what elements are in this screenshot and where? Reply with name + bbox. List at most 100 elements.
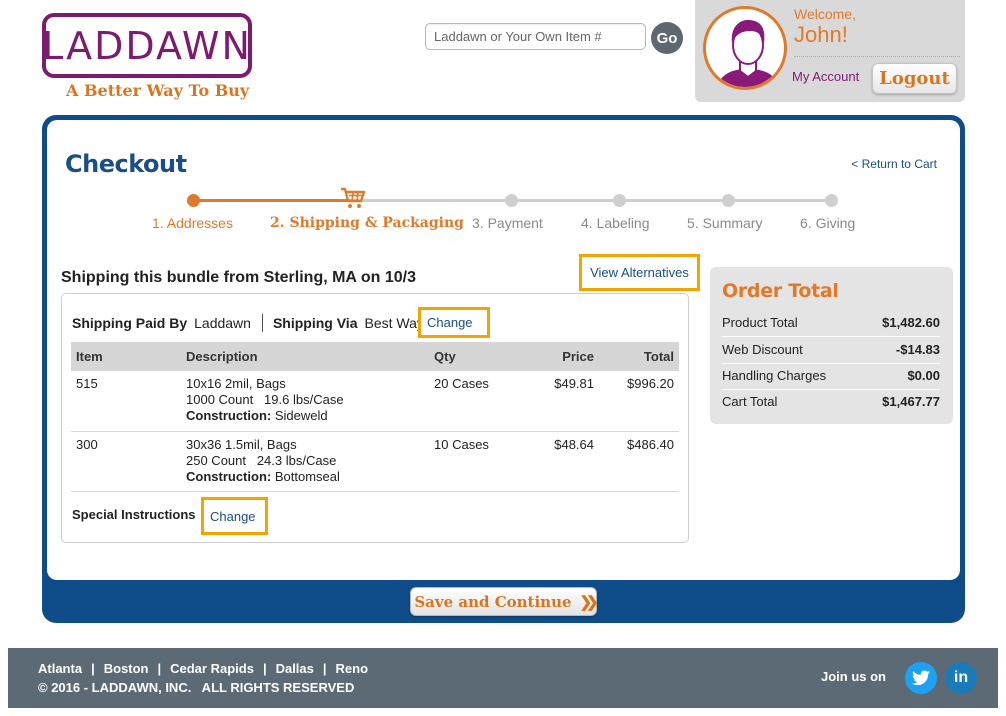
- order-total-label: Product Total: [722, 315, 798, 330]
- description-line: 250 Count 24.3 lbs/Case: [186, 452, 337, 468]
- footer-location-reno[interactable]: Reno: [336, 661, 369, 676]
- items-table: Item Description Qty Price Total 515 10x…: [71, 342, 679, 492]
- item-number: 515: [76, 376, 98, 391]
- construction-line: Construction: Bottomseal: [186, 469, 424, 485]
- item-description: 10x16 2mil, Bags 1000 Count 19.6 lbs/Cas…: [181, 371, 429, 431]
- order-total-label: Handling Charges: [722, 368, 827, 383]
- item-price: $49.81: [554, 376, 594, 391]
- separator: |: [322, 661, 327, 676]
- item-description: 30x36 1.5mil, Bags 250 Count 24.3 lbs/Ca…: [181, 431, 429, 491]
- step-dot-giving: [825, 194, 838, 207]
- save-and-continue-label: Save and Continue: [414, 592, 572, 611]
- divider: [722, 363, 940, 364]
- step-payment: 3. Payment: [472, 215, 543, 231]
- progress-track-completed: [193, 199, 350, 202]
- search-input[interactable]: [425, 23, 646, 50]
- item-qty: 10 Cases: [434, 436, 489, 452]
- separator: |: [91, 661, 95, 676]
- order-total-panel: Order Total Product Total $1,482.60 Web …: [710, 267, 953, 424]
- shipping-via-value: Best Way: [364, 315, 424, 331]
- order-total-row: Web Discount -$14.83: [722, 342, 940, 357]
- footer-location-atlanta[interactable]: Atlanta: [38, 661, 82, 676]
- col-price: Price: [519, 342, 599, 371]
- footer-location-cedar-rapids[interactable]: Cedar Rapids: [170, 661, 254, 676]
- shipping-via-label: Shipping Via: [272, 315, 358, 331]
- cart-icon: [341, 187, 366, 208]
- description-line: 30x36 1.5mil, Bags: [186, 436, 297, 452]
- step-addresses[interactable]: 1. Addresses: [152, 215, 233, 231]
- construction-line: Construction: Sideweld: [186, 408, 424, 424]
- footer: Atlanta | Boston | Cedar Rapids | Dallas…: [8, 648, 998, 708]
- order-total-row: Handling Charges $0.00: [722, 368, 940, 383]
- order-total-row: Cart Total $1,467.77: [722, 394, 940, 409]
- order-total-label: Cart Total: [722, 394, 778, 409]
- logo-text: LADDAWN: [42, 23, 252, 68]
- table-row: 300 30x36 1.5mil, Bags 250 Count 24.3 lb…: [71, 431, 679, 491]
- shipping-paid-by-value: Laddawn: [194, 315, 251, 331]
- special-instructions-label: Special Instructions: [72, 507, 196, 522]
- order-total-amount: $0.00: [907, 368, 940, 383]
- step-giving: 6. Giving: [800, 215, 856, 231]
- checkout-panel: Checkout < Return to Cart 1. Addresses 2…: [47, 120, 960, 580]
- description-line: 10x16 2mil, Bags: [186, 376, 286, 391]
- step-dot-payment: [505, 194, 518, 207]
- footer-location-dallas[interactable]: Dallas: [276, 661, 314, 676]
- double-chevron-right-icon: ❯❯: [579, 592, 599, 611]
- construction-label: Construction:: [186, 408, 272, 423]
- avatar: [703, 6, 787, 90]
- linkedin-letters: in: [953, 669, 969, 686]
- save-and-continue-button[interactable]: Save and Continue ❯❯: [410, 587, 599, 616]
- separator: |: [157, 661, 162, 676]
- view-alternatives-button[interactable]: View Alternatives: [579, 254, 700, 291]
- order-total-amount: -$14.83: [895, 342, 940, 357]
- col-description: Description: [181, 342, 429, 371]
- my-account-link[interactable]: My Account: [792, 69, 859, 84]
- table-row: 515 10x16 2mil, Bags 1000 Count 19.6 lbs…: [71, 371, 679, 431]
- divider: [722, 336, 940, 337]
- item-total: $996.20: [627, 376, 674, 391]
- step-dot-labeling: [613, 194, 626, 207]
- logout-button[interactable]: Logout: [872, 63, 957, 94]
- bundle-box: Shipping Paid By Laddawn Shipping Via Be…: [61, 293, 689, 543]
- laddawn-logo[interactable]: LADDAWN: [42, 13, 252, 78]
- order-total-amount: $1,482.60: [882, 315, 940, 330]
- join-us-text: Join us on: [821, 669, 886, 684]
- shipping-paid-by-label: Shipping Paid By: [72, 315, 188, 331]
- step-summary: 5. Summary: [687, 215, 763, 231]
- go-button[interactable]: Go: [651, 22, 683, 54]
- item-price: $48.64: [554, 436, 594, 452]
- separator: |: [262, 661, 267, 676]
- page-title: Checkout: [65, 150, 187, 178]
- construction-label: Construction:: [186, 468, 272, 484]
- step-dot-addresses: [187, 194, 200, 207]
- col-item: Item: [71, 342, 181, 371]
- return-to-cart-link[interactable]: < Return to Cart: [851, 157, 937, 171]
- checkout-frame: Checkout < Return to Cart 1. Addresses 2…: [42, 115, 965, 623]
- change-shipping-button[interactable]: Change: [418, 307, 490, 338]
- divider: [722, 389, 940, 390]
- user-avatar-icon: [717, 19, 779, 87]
- footer-locations: Atlanta | Boston | Cedar Rapids | Dallas…: [38, 661, 368, 676]
- tagline: A Better Way To Buy: [66, 81, 250, 100]
- shipping-info-row: Shipping Paid By Laddawn Shipping Via Be…: [72, 314, 435, 332]
- step-shipping-packaging: 2. Shipping & Packaging: [270, 215, 464, 231]
- linkedin-icon[interactable]: in: [945, 662, 977, 694]
- user-panel: Welcome, John! My Account Logout: [695, 0, 965, 102]
- step-dot-summary: [722, 194, 735, 207]
- footer-location-boston[interactable]: Boston: [104, 661, 149, 676]
- step-labeling: 4. Labeling: [581, 215, 650, 231]
- col-qty: Qty: [429, 342, 519, 371]
- item-number: 300: [76, 436, 98, 452]
- user-name: John!: [794, 22, 848, 47]
- order-total-label: Web Discount: [722, 342, 803, 357]
- divider: [794, 56, 960, 57]
- twitter-icon[interactable]: [905, 662, 937, 694]
- construction-value: Sideweld: [274, 408, 328, 423]
- divider: [261, 314, 263, 332]
- item-total: $486.40: [627, 436, 674, 452]
- order-total-amount: $1,467.77: [882, 394, 940, 409]
- order-total-title: Order Total: [722, 280, 839, 302]
- change-special-instructions-button[interactable]: Change: [201, 497, 268, 535]
- bundle-heading: Shipping this bundle from Sterling, MA o…: [61, 269, 416, 286]
- construction-value: Bottomseal: [274, 468, 340, 484]
